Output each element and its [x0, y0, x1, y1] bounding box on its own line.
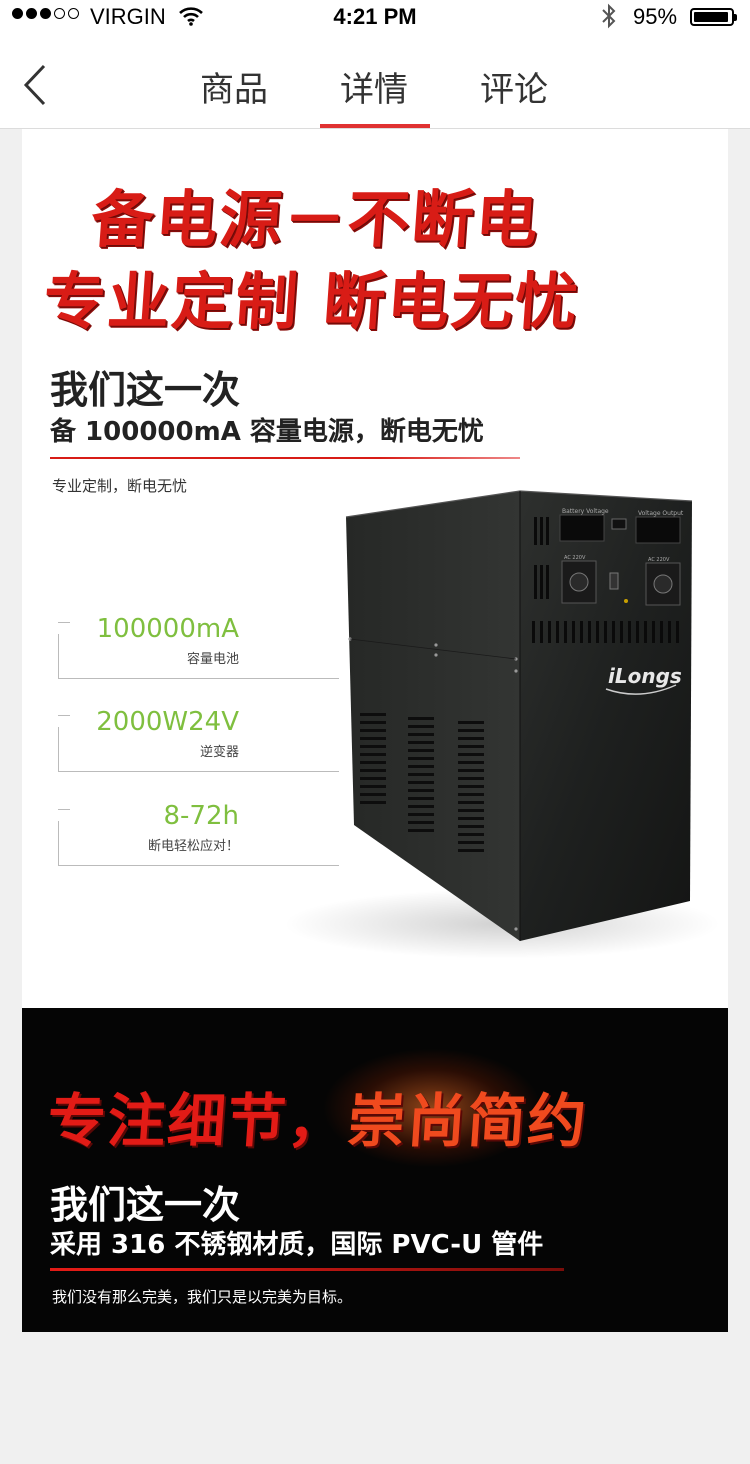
headline-secondary: 专业定制 断电无忧 [41, 265, 582, 338]
brand-logo: iLongs [608, 664, 682, 688]
tab-product[interactable]: 商品 [200, 62, 268, 111]
tab-details[interactable]: 详情 [340, 62, 408, 111]
section-subtitle: 采用 316 不锈钢材质，国际 PVC-U 管件 [50, 1230, 544, 1260]
socket-label-right: AC 220V [648, 557, 670, 563]
chevron-left-icon [23, 64, 46, 106]
section-note: 专业定制，断电无忧 [52, 477, 188, 495]
headline-part-b: 崇尚简约 [345, 1087, 591, 1155]
section-title: 我们这一次 [50, 1183, 241, 1227]
socket-label-left: AC 220V [564, 555, 586, 561]
section-note: 我们没有那么完美，我们只是以完美为目标。 [52, 1288, 353, 1306]
spec-value: 100000mA [96, 614, 239, 644]
divider [50, 1268, 564, 1271]
spec-label: 断电轻松应对！ [147, 839, 239, 854]
divider [50, 457, 520, 459]
navigation-bar: 商品 详情 评论 [0, 34, 750, 129]
section-title: 我们这一次 [50, 368, 241, 412]
display-label-left: Battery Voltage [562, 508, 609, 515]
spec-value: 8-72h [163, 801, 240, 831]
spec-inverter: 2000W24V 逆变器 [58, 707, 339, 772]
spec-label: 逆变器 [199, 745, 239, 760]
spec-label: 容量电池 [186, 652, 239, 667]
active-tab-indicator [320, 124, 430, 128]
back-button[interactable] [20, 62, 50, 108]
spec-battery: 100000mA 容量电池 [58, 614, 339, 679]
headline-part-a: 专注细节， [45, 1087, 351, 1155]
power-supply-product-image: Battery Voltage Voltage Output AC 220V A… [345, 490, 693, 941]
section-subtitle: 备 100000mA 容量电源，断电无忧 [50, 417, 484, 447]
battery-level [694, 12, 729, 22]
detail-banner-power: 备电源－不断电 专业定制 断电无忧 我们这一次 备 100000mA 容量电源，… [22, 129, 728, 1008]
detail-banner-material: 专注细节，崇尚简约 我们这一次 采用 316 不锈钢材质，国际 PVC-U 管件… [22, 1008, 728, 1332]
battery-percent: 95% [633, 4, 678, 29]
spec-value: 2000W24V [96, 707, 239, 737]
display-label-right: Voltage Output [638, 510, 684, 517]
spec-runtime: 8-72h 断电轻松应对！ [58, 801, 339, 866]
tab-reviews[interactable]: 评论 [480, 62, 548, 111]
bluetooth-icon [600, 3, 618, 35]
headline-material: 专注细节，崇尚简约 [45, 1074, 591, 1158]
headline-primary: 备电源－不断电 [89, 183, 543, 256]
status-bar: VIRGIN 4:21 PM 95% [0, 0, 750, 34]
battery-icon [690, 8, 737, 26]
